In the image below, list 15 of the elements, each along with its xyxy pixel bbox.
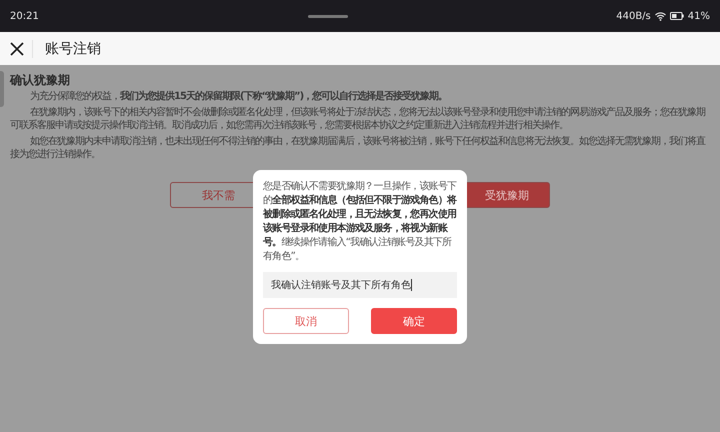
confirm-button[interactable]: 确定 bbox=[371, 308, 457, 334]
section-title: 确认犹豫期 bbox=[10, 73, 71, 87]
clock-time: 20:21 bbox=[10, 10, 39, 22]
battery-level: 41% bbox=[688, 10, 710, 22]
wifi-icon bbox=[654, 12, 666, 20]
drag-handle[interactable] bbox=[308, 14, 348, 18]
page-title: 账号注销 bbox=[45, 40, 101, 58]
network-speed: 440B/s bbox=[616, 10, 651, 22]
close-button[interactable] bbox=[8, 40, 33, 58]
battery-icon bbox=[670, 12, 684, 20]
cancel-button[interactable]: 取消 bbox=[263, 308, 349, 334]
paragraph: 在犹豫期内，该账号下的相关内容暂时不会做删除或匿名化处理，但该账号将处于冻结状态，您将无法以该账号登录和使用您申请注销的网易游戏产品及服务；您在犹豫期可联系客服申请或按提示操作取消注销。取消成功后，如您需再次注销该账号，您需要根据本协议之约定重新进入注销流程并进行相关操作。 bbox=[10, 106, 706, 132]
paragraph: 为充分保障您的权益，我们为您提供15天的保留期限(下称“犹豫期”)，您可以自行选择是否接受犹豫期。 bbox=[29, 90, 448, 103]
input-field[interactable]: 我确认注销账号及其下所有角色 bbox=[263, 272, 457, 298]
paragraph: 如您在犹豫期内未申请取消注销，也未出现任何不得注销的事由，在犹豫期届满后，该账号将被注销，账号下任何权益和信息将无法恢复。如您选择无需犹豫期，我们将直接为您进行注销操作。 bbox=[10, 135, 706, 161]
